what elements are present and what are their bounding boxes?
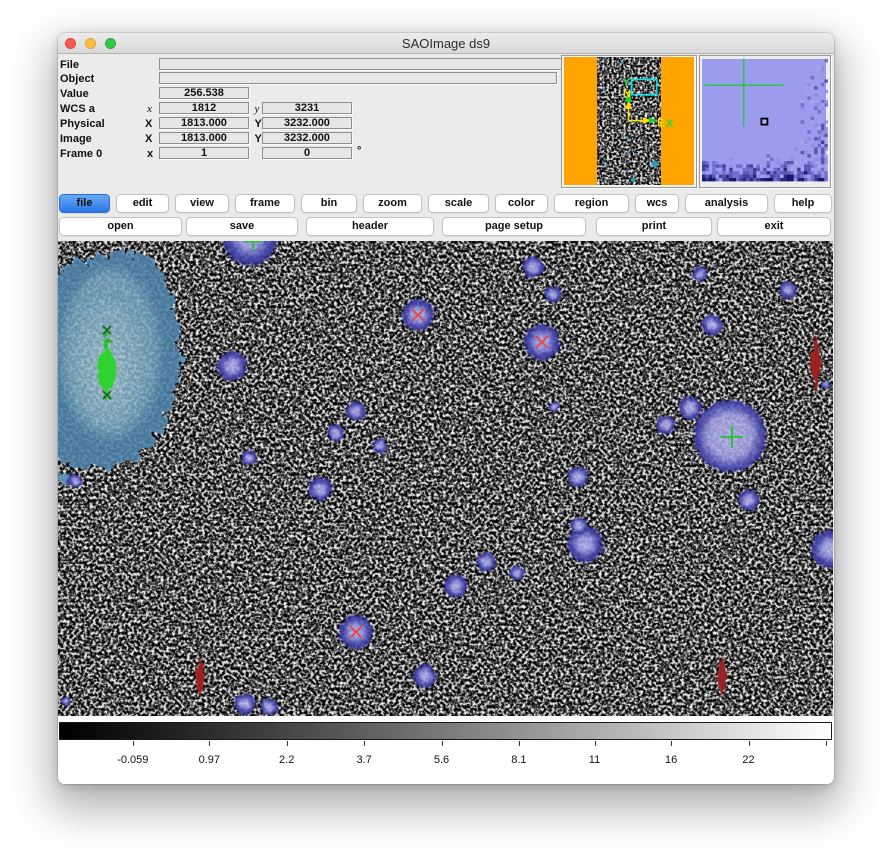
svg-text:X: X [666, 118, 674, 130]
svg-text:N: N [623, 88, 631, 100]
svg-text:E: E [657, 118, 664, 130]
